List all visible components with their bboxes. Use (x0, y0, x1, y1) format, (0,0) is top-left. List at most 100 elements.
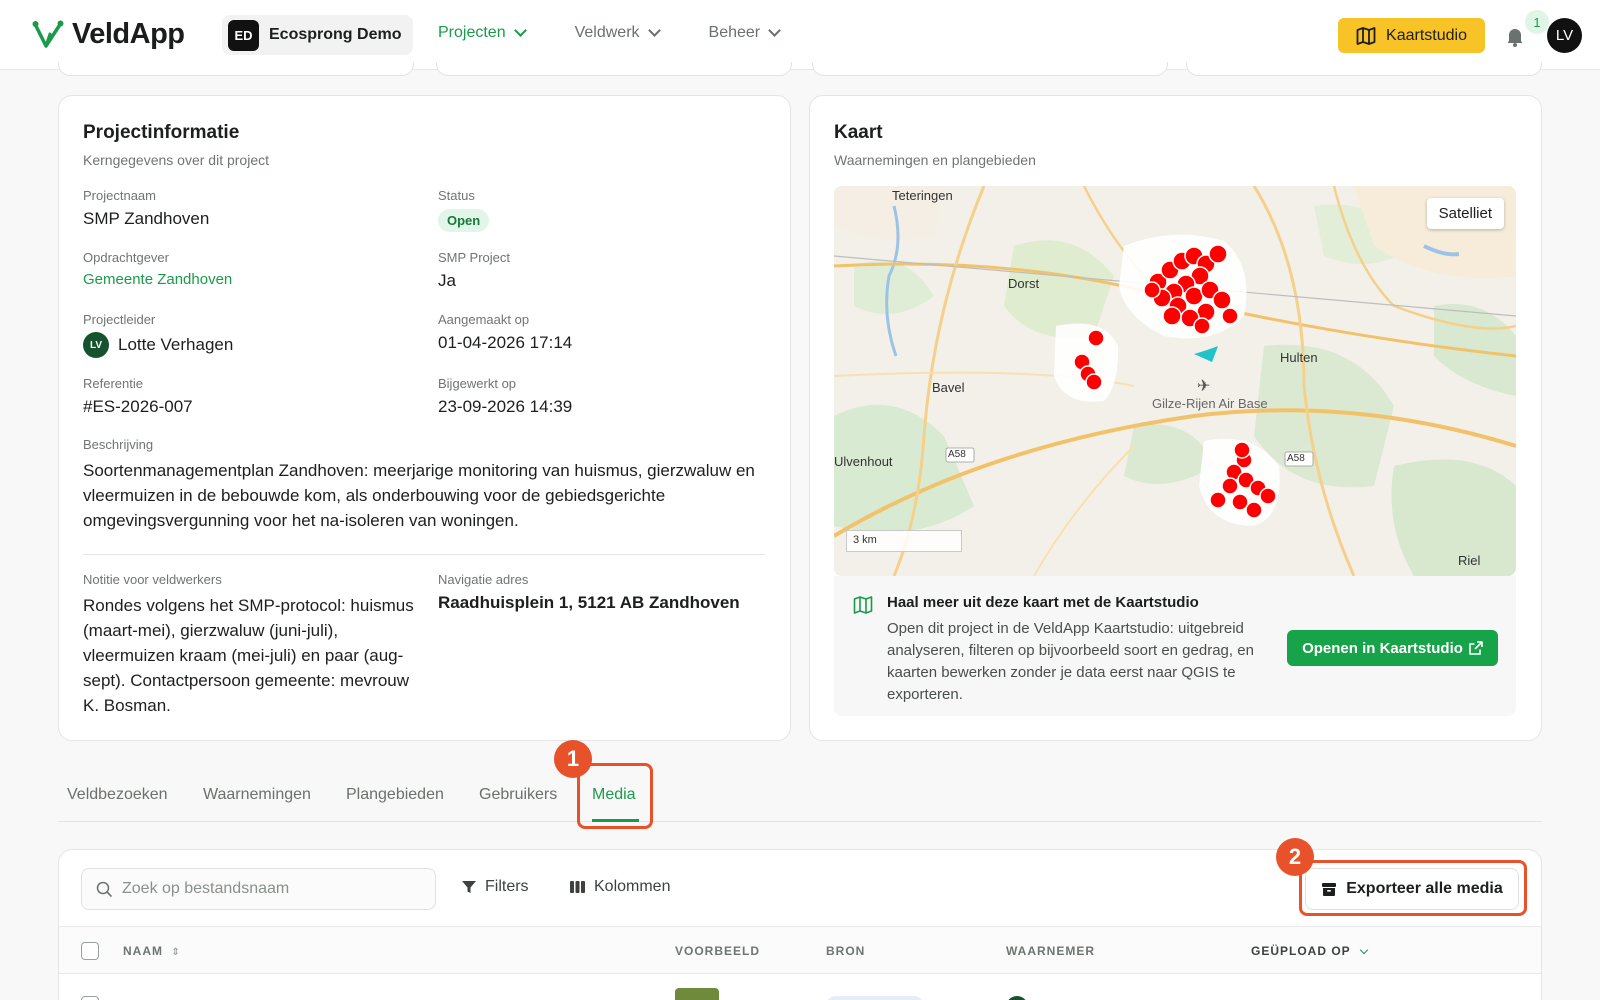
card-edge (58, 62, 414, 76)
map-subtitle: Waarnemingen en plangebieden (834, 152, 1036, 168)
bijgewerkt-value: 23-09-2026 14:39 (438, 397, 573, 416)
promo-text: Open dit project in de VeldApp Kaartstud… (887, 620, 1254, 703)
nav-veldwerk-label: Veldwerk (574, 24, 640, 41)
tab-waarnemingen[interactable]: Waarnemingen (203, 786, 311, 804)
smp-project-label: SMP Project (438, 250, 511, 265)
promo-title: Haal meer uit deze kaart met de Kaartstu… (887, 594, 1199, 611)
navigatie-adres-label: Navigatie adres (438, 572, 529, 587)
beschrijving-value: Soortenmanagementplan Zandhoven: meerjar… (83, 461, 755, 530)
satellite-toggle-button[interactable]: Satelliet (1426, 198, 1504, 229)
search-input[interactable] (122, 880, 422, 898)
kaartstudio-button[interactable]: Kaartstudio (1338, 18, 1485, 53)
field-projectnaam: Projectnaam SMP Zandhoven (83, 188, 209, 229)
nav-projecten[interactable]: Projecten (438, 24, 527, 42)
referentie-label: Referentie (83, 376, 143, 391)
tab-veldbezoeken[interactable]: Veldbezoeken (67, 786, 168, 804)
map-place-label: Bavel (932, 380, 965, 395)
app-name: VeldApp (72, 18, 185, 50)
external-link-icon (1469, 641, 1483, 655)
columns-label: Kolommen (594, 878, 671, 895)
projectleider-name: Lotte Verhagen (118, 335, 234, 354)
map-place-label: Gilze-Rijen Air Base (1152, 396, 1268, 411)
svg-text:✈: ✈ (1197, 378, 1210, 395)
kaartstudio-label: Kaartstudio (1386, 26, 1467, 44)
card-edge (812, 62, 1168, 76)
logo[interactable]: VeldApp (32, 18, 185, 51)
map-scale-bar: 3 km (846, 530, 962, 552)
row-checkbox[interactable] (81, 996, 99, 1000)
field-projectleider: Projectleider LV Lotte Verhagen (83, 312, 233, 358)
nav-beheer[interactable]: Beheer (708, 24, 781, 42)
map-place-label: Hulten (1280, 350, 1318, 365)
tab-plangebieden[interactable]: Plangebieden (346, 786, 444, 804)
opdrachtgever-label: Opdrachtgever (83, 250, 169, 265)
chevron-down-icon (1359, 945, 1369, 955)
veldapp-logo-icon (32, 20, 64, 48)
org-name: Ecosprong Demo (269, 26, 402, 43)
observation-map[interactable]: ✈ Teteringen Dorst Hulten Bavel Gilze-Ri… (834, 186, 1516, 576)
project-tabs: Veldbezoeken Waarnemingen Plangebieden G… (58, 780, 1542, 822)
search-box[interactable] (81, 868, 436, 910)
organization-switcher[interactable]: ED Ecosprong Demo (222, 15, 414, 55)
field-smp-project: SMP Project Ja (438, 250, 510, 291)
chevron-down-icon (647, 24, 661, 37)
column-header-geupload-op[interactable]: GEÜPLOAD OP (1251, 944, 1369, 958)
open-kaartstudio-label: Openen in Kaartstudio (1302, 639, 1463, 657)
filters-button[interactable]: Filters (461, 878, 529, 896)
nav-projecten-label: Projecten (438, 24, 506, 41)
column-geupload-label: GEÜPLOAD OP (1251, 944, 1351, 958)
field-opdrachtgever: Opdrachtgever Gemeente Zandhoven (83, 250, 232, 288)
opdrachtgever-link[interactable]: Gemeente Zandhoven (83, 271, 232, 288)
column-header-bron[interactable]: BRON (826, 944, 865, 958)
main-nav: Projecten Veldwerk Beheer (438, 24, 829, 42)
select-all-checkbox[interactable] (81, 942, 99, 960)
field-aangemaakt: Aangemaakt op 01-04-2026 17:14 (438, 312, 572, 353)
top-bar: VeldApp ED Ecosprong Demo Projecten Veld… (0, 0, 1600, 70)
aangemaakt-value: 01-04-2026 17:14 (438, 333, 573, 352)
sort-icon: ⇕ (171, 947, 181, 958)
kaartstudio-promo: Haal meer uit deze kaart met de Kaartstu… (834, 576, 1516, 716)
user-avatar[interactable]: LV (1547, 18, 1582, 53)
column-header-waarnemer[interactable]: WAARNEMER (1006, 944, 1095, 958)
bell-icon[interactable] (1503, 24, 1527, 48)
thumbnail-image[interactable] (675, 988, 719, 1000)
chevron-down-icon (513, 24, 527, 37)
field-bijgewerkt: Bijgewerkt op 23-09-2026 14:39 (438, 376, 572, 417)
status-label: Status (438, 188, 475, 203)
bijgewerkt-label: Bijgewerkt op (438, 376, 517, 391)
search-icon (96, 881, 112, 897)
map-icon (1356, 26, 1376, 45)
project-info-subtitle: Kerngegevens over dit project (83, 152, 269, 168)
projectleider-label: Projectleider (83, 312, 156, 327)
callout-number-1: 1 (554, 740, 592, 778)
column-header-naam[interactable]: NAAM ⇕ (123, 944, 181, 958)
media-table-header: NAAM ⇕ VOORBEELD BRON WAARNEMER GEÜPLOAD… (59, 926, 1541, 974)
map-place-label: Teteringen (892, 188, 953, 203)
map-road-label: A58 (1287, 453, 1305, 464)
chevron-down-icon (768, 24, 781, 37)
open-kaartstudio-button[interactable]: Openen in Kaartstudio (1287, 630, 1498, 666)
map-road-label: A58 (948, 449, 966, 460)
map-title: Kaart (834, 122, 883, 143)
project-info-title: Projectinformatie (83, 122, 240, 143)
tab-gebruikers[interactable]: Gebruikers (479, 786, 557, 804)
map-place-label: Dorst (1008, 276, 1040, 291)
filter-icon (462, 881, 476, 893)
section-divider (83, 554, 765, 555)
table-row[interactable] (59, 974, 1541, 1000)
source-badge (826, 996, 924, 1000)
column-naam-label: NAAM (123, 944, 163, 958)
filters-label: Filters (485, 878, 529, 895)
notitie-value: Rondes volgens het SMP-protocol: huismus… (83, 596, 414, 715)
field-notitie: Notitie voor veldwerkers Rondes volgens … (83, 572, 418, 718)
nav-veldwerk[interactable]: Veldwerk (574, 24, 661, 42)
beschrijving-label: Beschrijving (83, 437, 154, 452)
card-edge (436, 62, 792, 76)
nav-beheer-label: Beheer (708, 24, 761, 41)
field-navigatie-adres: Navigatie adres Raadhuisplein 1, 5121 AB… (438, 572, 740, 613)
navigatie-adres-value[interactable]: Raadhuisplein 1, 5121 AB Zandhoven (438, 593, 740, 613)
field-referentie: Referentie #ES-2026-007 (83, 376, 193, 417)
callout-highlight-media-tab (577, 763, 653, 829)
columns-button[interactable]: Kolommen (569, 878, 670, 896)
status-badge: Open (438, 209, 490, 232)
